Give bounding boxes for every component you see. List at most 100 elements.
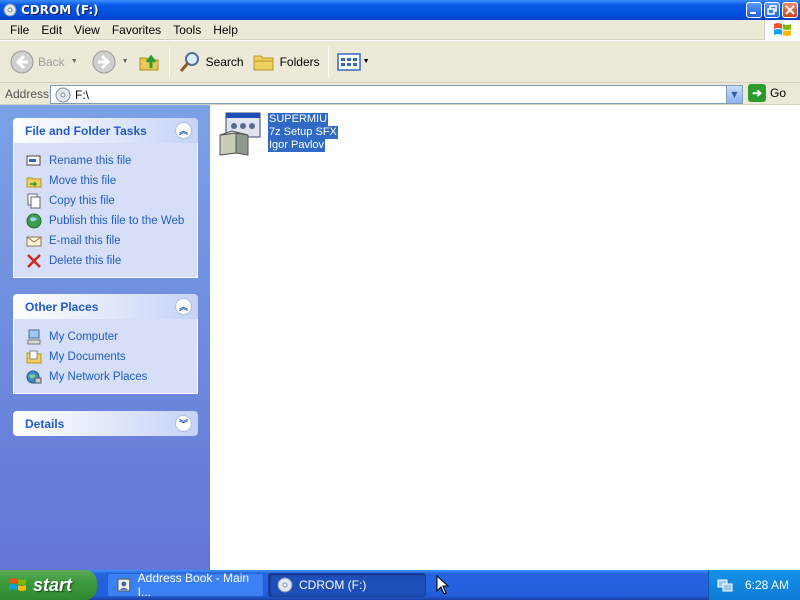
up-folder-button[interactable] (133, 46, 165, 78)
file-labels: SUPERMIU 7z Setup SFX Igor Pavlov (268, 113, 338, 152)
panel-title: Other Places (25, 299, 99, 314)
panel-header[interactable]: File and Folder Tasks ︽ (13, 118, 198, 143)
views-button[interactable]: ▼ (333, 46, 374, 78)
place-my-computer[interactable]: My Computer (26, 327, 197, 347)
rename-icon (26, 153, 42, 169)
panel-header[interactable]: Other Places ︽ (13, 294, 198, 319)
toolbar: Back ▼ ▼ Search Folders ▼ (0, 41, 800, 83)
menu-view[interactable]: View (68, 23, 106, 37)
computer-icon (26, 329, 42, 345)
taskbar-button-label: Address Book - Main I... (137, 571, 250, 599)
close-button[interactable] (782, 2, 798, 18)
taskbar: start Address Book - Main I... CDROM (F:… (0, 570, 800, 600)
search-icon (179, 51, 199, 72)
network-tray-icon[interactable] (717, 577, 733, 593)
task-label: Move this file (49, 175, 117, 187)
menu-bar: File Edit View Favorites Tools Help (0, 20, 800, 40)
search-label: Search (205, 54, 244, 69)
task-label: Publish this file to the Web (49, 215, 185, 227)
back-button[interactable]: Back ▼ (6, 46, 82, 78)
network-icon (26, 369, 42, 385)
delete-icon (26, 253, 42, 269)
address-input[interactable]: F:\ ▼ (50, 85, 743, 104)
menu-edit[interactable]: Edit (35, 23, 68, 37)
back-arrow-icon (10, 50, 34, 73)
collapse-icon[interactable]: ︽ (175, 298, 192, 315)
panel-body: My Computer My Documents My Network Plac… (13, 319, 198, 394)
task-pane: File and Folder Tasks ︽ Rename this file… (0, 105, 210, 570)
file-company: Igor Pavlov (268, 139, 326, 152)
task-email-file[interactable]: E-mail this file (26, 231, 197, 251)
chevron-down-icon: ▼ (731, 90, 738, 99)
move-icon (26, 173, 42, 189)
menu-file[interactable]: File (4, 23, 35, 37)
toolbar-separator (327, 46, 329, 77)
task-copy-file[interactable]: Copy this file (26, 191, 197, 211)
cdrom-icon (55, 87, 71, 102)
chevron-down-icon[interactable]: ▼ (71, 58, 78, 65)
maximize-icon (767, 5, 777, 15)
folders-button[interactable]: Folders (248, 46, 324, 78)
address-book-icon (117, 578, 131, 592)
windows-flag-icon (9, 578, 26, 591)
place-my-documents[interactable]: My Documents (26, 347, 197, 367)
task-label: E-mail this file (49, 235, 121, 247)
forward-arrow-icon (92, 50, 116, 73)
taskbar-button-address-book[interactable]: Address Book - Main I... (107, 571, 264, 599)
menu-tools[interactable]: Tools (167, 23, 207, 37)
place-label: My Network Places (49, 371, 148, 383)
address-bar: Address F:\ ▼ ➜ Go (0, 83, 800, 105)
file-folder-tasks-panel: File and Folder Tasks ︽ Rename this file… (13, 118, 198, 278)
address-dropdown-button[interactable]: ▼ (726, 86, 742, 103)
forward-button[interactable]: ▼ (88, 46, 133, 78)
menu-help[interactable]: Help (207, 23, 244, 37)
panel-title: File and Folder Tasks (25, 123, 147, 138)
installer-icon (219, 112, 261, 156)
cdrom-icon (3, 3, 17, 17)
search-button[interactable]: Search (174, 46, 248, 78)
start-button[interactable]: start (0, 570, 97, 600)
address-label: Address (5, 86, 50, 101)
taskbar-button-label: CDROM (F:) (299, 578, 367, 592)
chevron-down-icon[interactable]: ▼ (363, 58, 370, 65)
expand-icon[interactable]: ︾ (175, 415, 192, 432)
file-item[interactable]: SUPERMIU 7z Setup SFX Igor Pavlov (218, 111, 338, 159)
toolbar-separator (168, 46, 170, 77)
task-delete-file[interactable]: Delete this file (26, 251, 197, 271)
go-button[interactable]: ➜ Go (748, 84, 786, 102)
task-move-file[interactable]: Move this file (26, 171, 197, 191)
clock[interactable]: 6:28 AM (745, 578, 789, 592)
close-icon (785, 5, 795, 15)
address-value: F:\ (75, 87, 89, 102)
chevron-down-icon[interactable]: ▼ (122, 58, 129, 65)
place-label: My Computer (49, 331, 119, 343)
globe-icon (26, 213, 42, 229)
file-list-view[interactable]: SUPERMIU 7z Setup SFX Igor Pavlov (210, 105, 800, 570)
window-title: CDROM (F:) (21, 3, 99, 17)
task-publish-file[interactable]: Publish this file to the Web (26, 211, 197, 231)
go-label: Go (770, 86, 787, 100)
views-icon (336, 52, 361, 71)
file-name: SUPERMIU (268, 113, 329, 126)
start-label: start (33, 574, 73, 595)
panel-header[interactable]: Details ︾ (13, 411, 198, 436)
system-tray: 6:28 AM (708, 570, 800, 600)
task-rename-file[interactable]: Rename this file (26, 151, 197, 171)
place-label: My Documents (49, 351, 126, 363)
menu-favorites[interactable]: Favorites (106, 23, 167, 37)
place-my-network-places[interactable]: My Network Places (26, 367, 197, 387)
panel-title: Details (25, 416, 65, 431)
windows-logo (764, 20, 800, 40)
collapse-icon[interactable]: ︽ (175, 122, 192, 139)
title-bar[interactable]: CDROM (F:) (0, 0, 800, 20)
folder-icon (253, 55, 274, 70)
maximize-button[interactable] (764, 2, 780, 18)
cdrom-icon (277, 577, 293, 593)
windows-flag-icon (773, 23, 791, 36)
details-panel: Details ︾ (13, 411, 198, 436)
folders-label: Folders (279, 54, 320, 69)
file-type: 7z Setup SFX (268, 126, 338, 139)
taskbar-button-cdrom[interactable]: CDROM (F:) (268, 573, 426, 597)
minimize-button[interactable] (746, 2, 762, 18)
minimize-icon (750, 12, 756, 14)
